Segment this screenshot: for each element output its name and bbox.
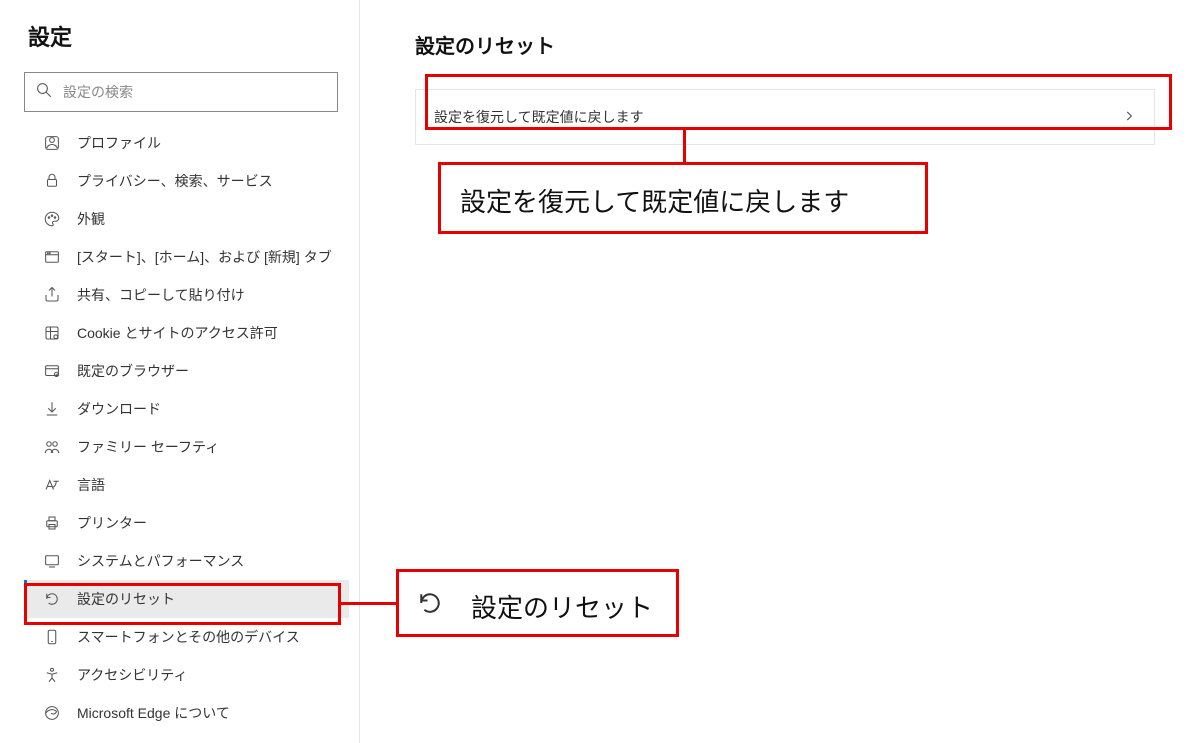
sidebar-item-label: 共有、コピーして貼り付け (77, 285, 245, 305)
annotation-box-option (425, 74, 1172, 130)
lock-icon (43, 172, 61, 190)
sidebar-item-privacy[interactable]: プライバシー、検索、サービス (24, 162, 349, 200)
browser-icon (43, 362, 61, 380)
sidebar-item-accessibility[interactable]: アクセシビリティ (24, 656, 349, 694)
annotation-text-nav: 設定のリセット (471, 588, 653, 625)
sidebar-item-label: 外観 (77, 209, 105, 229)
sidebar-item-family[interactable]: ファミリー セーフティ (24, 428, 349, 466)
sidebar-item-start-home[interactable]: [スタート]、[ホーム]、および [新規] タブ (24, 238, 349, 276)
reset-icon (415, 588, 471, 625)
sidebar-item-label: ダウンロード (77, 399, 161, 419)
sidebar-item-default-browser[interactable]: 既定のブラウザー (24, 352, 349, 390)
search-box[interactable] (24, 72, 338, 112)
search-icon (35, 81, 53, 104)
settings-sidebar: 設定 プロファイル プライバシー、検索、サービス 外観 [スタート]、[ (0, 0, 360, 743)
sidebar-item-label: プリンター (77, 513, 147, 533)
sidebar-item-system[interactable]: システムとパフォーマンス (24, 542, 349, 580)
sidebar-nav: プロファイル プライバシー、検索、サービス 外観 [スタート]、[ホーム]、およ… (24, 124, 349, 732)
sidebar-item-label: [スタート]、[ホーム]、および [新規] タブ (77, 247, 332, 267)
window-icon (43, 248, 61, 266)
edge-icon (43, 704, 61, 722)
sidebar-title: 設定 (28, 20, 349, 52)
system-icon (43, 552, 61, 570)
download-icon (43, 400, 61, 418)
sidebar-item-printer[interactable]: プリンター (24, 504, 349, 542)
sidebar-item-label: 既定のブラウザー (77, 361, 189, 381)
sidebar-item-label: 言語 (77, 475, 105, 495)
sidebar-item-label: アクセシビリティ (77, 665, 187, 685)
language-icon (43, 476, 61, 494)
phone-icon (43, 628, 61, 646)
annotation-text-nav-wrap: 設定のリセット (415, 588, 653, 625)
palette-icon (43, 210, 61, 228)
sidebar-item-appearance[interactable]: 外観 (24, 200, 349, 238)
accessibility-icon (43, 666, 61, 684)
sidebar-item-label: Microsoft Edge について (77, 703, 230, 723)
cookie-icon (43, 324, 61, 342)
share-icon (43, 286, 61, 304)
printer-icon (43, 514, 61, 532)
annotation-connector-1 (683, 130, 686, 164)
sidebar-item-label: ファミリー セーフティ (77, 437, 219, 457)
search-input[interactable] (63, 84, 327, 100)
sidebar-item-language[interactable]: 言語 (24, 466, 349, 504)
page-title: 設定のリセット (415, 30, 1180, 59)
sidebar-item-share[interactable]: 共有、コピーして貼り付け (24, 276, 349, 314)
sidebar-item-label: プライバシー、検索、サービス (77, 171, 273, 191)
sidebar-item-cookies[interactable]: Cookie とサイトのアクセス許可 (24, 314, 349, 352)
sidebar-item-about[interactable]: Microsoft Edge について (24, 694, 349, 732)
annotation-connector-2 (341, 602, 396, 605)
sidebar-item-label: プロファイル (77, 133, 161, 153)
sidebar-item-label: システムとパフォーマンス (77, 551, 244, 571)
sidebar-item-profile[interactable]: プロファイル (24, 124, 349, 162)
family-icon (43, 438, 61, 456)
sidebar-item-label: Cookie とサイトのアクセス許可 (77, 323, 278, 343)
annotation-box-nav (24, 583, 341, 625)
sidebar-item-downloads[interactable]: ダウンロード (24, 390, 349, 428)
annotation-text-option: 設定を復元して既定値に戻します (460, 182, 849, 219)
sidebar-item-label: スマートフォンとその他のデバイス (77, 627, 300, 647)
profile-icon (43, 134, 61, 152)
